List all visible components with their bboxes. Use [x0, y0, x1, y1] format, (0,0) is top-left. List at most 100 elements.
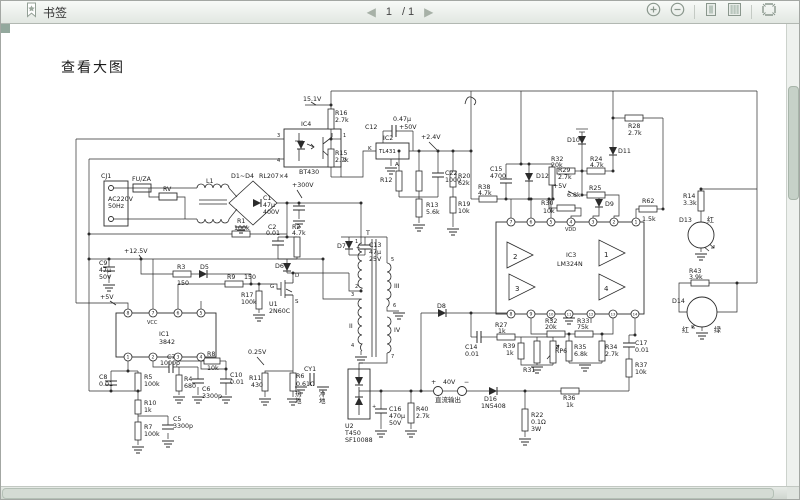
component-label: 3 — [351, 292, 354, 298]
ground-symbol — [162, 441, 174, 447]
component-label: VCC — [147, 320, 158, 326]
ground-symbol — [259, 399, 271, 405]
component-label: 150 — [177, 280, 189, 287]
resistor — [256, 291, 262, 309]
component-label: 4.7k — [478, 190, 492, 197]
component-label: VDD — [565, 227, 576, 233]
component-label: 2.7k — [628, 130, 642, 137]
component-label: C17 — [635, 340, 647, 347]
vertical-scrollbar-thumb[interactable] — [788, 86, 799, 200]
junction-dot — [88, 258, 91, 261]
single-page-view-button[interactable] — [704, 2, 718, 22]
junction-dot — [137, 390, 140, 393]
resistor — [135, 422, 141, 440]
ic-pin-number: 8 — [510, 312, 513, 318]
bookmark-icon[interactable] — [25, 2, 38, 23]
zoom-out-button[interactable] — [670, 2, 685, 22]
component-label: R62 — [642, 198, 654, 205]
component-label: 0.01 — [99, 381, 113, 388]
component-label: 430 — [251, 382, 263, 389]
junction-dot — [470, 312, 473, 315]
component-label: 1 — [343, 133, 346, 139]
page-current[interactable]: 1 — [386, 6, 392, 18]
ic-pin-number: 4 — [200, 355, 203, 361]
junction-dot — [140, 258, 143, 261]
component-label: +50V — [399, 124, 417, 131]
capacitor — [293, 206, 305, 210]
component-label: D11 — [618, 148, 631, 155]
resistor — [135, 373, 141, 391]
component-label: D6 — [275, 263, 284, 270]
resistor — [396, 171, 402, 191]
component-label: R17 — [241, 292, 253, 299]
ic-pin-number: 14 — [633, 312, 638, 317]
junction-dot — [360, 202, 363, 205]
component-label: C15 — [490, 166, 502, 173]
junction-dot — [286, 236, 289, 239]
component-label: FU/ZA — [132, 176, 152, 183]
component-label: 绿 — [714, 325, 721, 334]
fit-page-button[interactable] — [761, 2, 777, 22]
wire — [717, 283, 737, 312]
component-label: R35 — [574, 344, 586, 351]
diode — [355, 377, 363, 385]
component-label: S — [295, 299, 299, 305]
ground-symbol — [405, 431, 417, 437]
resistor — [547, 331, 565, 337]
component-label: 3.3k — [683, 200, 697, 207]
resistor — [639, 206, 657, 212]
component-label: 地 — [295, 396, 302, 405]
component-label: 0.25V — [248, 349, 267, 356]
component-label: BT430 — [299, 169, 319, 176]
component-label: 4 — [604, 285, 609, 293]
component-label: 20k — [551, 162, 563, 169]
zoom-in-button[interactable] — [646, 2, 661, 22]
component-label: II — [349, 323, 353, 330]
component-box — [496, 222, 644, 314]
diode — [609, 147, 617, 155]
component-label: U2 — [345, 423, 354, 430]
component-label: R20 — [458, 173, 470, 180]
horizontal-scrollbar[interactable] — [1, 486, 799, 499]
component-label: T450 — [344, 430, 361, 437]
component-circle — [109, 217, 114, 222]
prev-page-button[interactable]: ◀ — [367, 6, 376, 18]
component-label: R15 — [335, 150, 347, 157]
ground-symbol — [519, 439, 531, 445]
component-label: 1.5k — [642, 216, 656, 223]
vertical-scrollbar[interactable] — [786, 24, 799, 487]
scroll-corner-block — [1, 24, 10, 33]
component-label: IC2 — [383, 135, 393, 142]
junction-dot — [250, 283, 253, 286]
component-label: D12 — [536, 173, 549, 180]
component-label: R5 — [144, 374, 152, 381]
component-label: 3 — [515, 285, 519, 293]
component-label: D7 — [337, 243, 346, 250]
ground-symbol — [695, 254, 707, 260]
component-label: 100k — [234, 225, 250, 232]
resistor — [135, 400, 141, 414]
component-label: IC4 — [301, 121, 311, 128]
component-label: 0.1Ω — [531, 419, 546, 426]
diode — [297, 141, 305, 149]
component-label: R3 — [177, 264, 185, 271]
component-label: 6.8k — [574, 351, 588, 358]
horizontal-scrollbar-thumb[interactable] — [2, 488, 774, 499]
ground-symbol — [385, 168, 397, 174]
component-label: RL207×4 — [259, 173, 288, 180]
component-label: TL431 — [378, 149, 396, 155]
ic-pin-number: 7 — [510, 220, 513, 226]
component-label: G — [270, 284, 274, 290]
component-label: R16 — [335, 110, 347, 117]
resistor — [534, 341, 540, 363]
junction-dot — [581, 170, 584, 173]
symbol-path — [277, 279, 293, 298]
continuous-view-button[interactable] — [727, 2, 742, 22]
next-page-button[interactable]: ▶ — [424, 6, 433, 18]
wire — [359, 353, 387, 369]
component-label: R39 — [503, 343, 515, 350]
component-label: D14 — [672, 298, 685, 305]
component-label: 7 — [391, 354, 394, 360]
junction-dot — [286, 202, 289, 205]
ic-pin-number: 1 — [127, 355, 130, 361]
